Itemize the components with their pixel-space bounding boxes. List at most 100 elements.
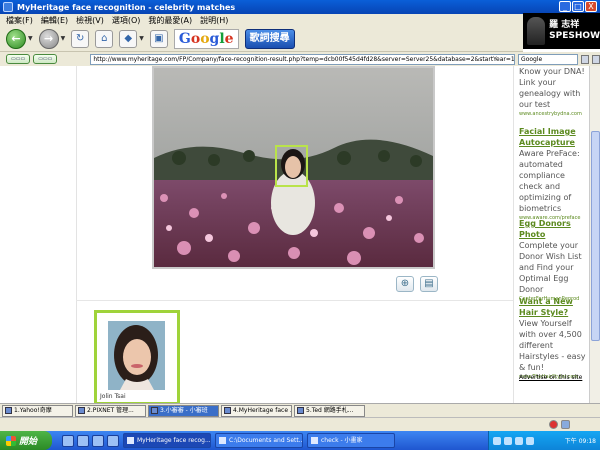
- back-button[interactable]: ←: [6, 28, 26, 49]
- tab-page-icon: [78, 407, 85, 414]
- ad-body: Complete your Donor Wish List and Find y…: [519, 241, 582, 294]
- tab-label: 1.Yahoo!奇摩: [14, 406, 52, 414]
- home-icon[interactable]: ⌂: [95, 29, 114, 48]
- promo-portrait: [527, 17, 546, 45]
- address-bar[interactable]: http://www.myheritage.com/FP/Company/fac…: [90, 53, 516, 65]
- ad-body: Aware PreFace: automated compliance chec…: [519, 149, 580, 213]
- window-controls: _ □ X: [559, 1, 597, 12]
- browser-tab[interactable]: 1.Yahoo!奇摩: [2, 404, 73, 417]
- browser-tab[interactable]: 2.PIXNET 管理...: [75, 404, 146, 417]
- google-letter-g2: g: [209, 30, 220, 47]
- maximize-button[interactable]: □: [572, 1, 584, 12]
- ad-title[interactable]: Egg Donors Photo: [519, 218, 589, 240]
- tab-label: 2.PIXNET 管理...: [87, 406, 134, 414]
- menu-favorites[interactable]: 我的最愛(A): [148, 15, 192, 26]
- ad-egg-donors[interactable]: Egg Donors Photo Complete your Donor Wis…: [519, 218, 589, 303]
- taskbar-item-documents[interactable]: C:\Documents and Sett...: [215, 433, 303, 448]
- ad-body: View Yourself with over 4,500 different …: [519, 319, 586, 372]
- close-button[interactable]: X: [585, 1, 597, 12]
- favorites-dropdown-icon[interactable]: ▼: [139, 35, 144, 42]
- explorer-quicklaunch-icon[interactable]: [92, 434, 104, 447]
- status-bar: [0, 417, 600, 431]
- right-column-divider: [513, 66, 514, 403]
- vertical-scrollbar[interactable]: [589, 66, 600, 403]
- page-content: ⊕ ▤ Jolin Tsai Know your DNA! Link your …: [0, 66, 600, 405]
- forward-dropdown-icon[interactable]: ▼: [61, 35, 66, 42]
- volume-icon[interactable]: [504, 436, 512, 445]
- scrollbar-thumb[interactable]: [591, 131, 600, 341]
- task-label: C:\Documents and Sett...: [229, 437, 303, 444]
- menu-edit[interactable]: 編輯(E): [41, 15, 68, 26]
- task-label: check - 小畫家: [321, 437, 363, 444]
- ad-hair-style[interactable]: Want a New Hair Style? View Yourself wit…: [519, 296, 589, 381]
- minimize-button[interactable]: _: [559, 1, 571, 12]
- promo-line-1: 羅 志祥: [549, 20, 580, 30]
- menu-help[interactable]: 說明(H): [200, 15, 228, 26]
- google-logo[interactable]: Google: [173, 28, 239, 49]
- ad-url[interactable]: www.ancestrybydna.com: [519, 110, 589, 118]
- back-dropdown-icon[interactable]: ▼: [28, 35, 33, 42]
- ad-dna[interactable]: Know your DNA! Link your genealogy with …: [519, 66, 589, 118]
- tab-page-icon: [297, 407, 304, 414]
- player-quicklaunch-icon[interactable]: [107, 434, 119, 447]
- address-row: ▭▭▭ ▭▭▭ http://www.myheritage.com/FP/Com…: [0, 52, 600, 66]
- clock: 下午 09:18: [564, 438, 596, 445]
- antivirus-icon[interactable]: [515, 436, 523, 445]
- google-search-input[interactable]: Google: [518, 53, 578, 65]
- promo-banner[interactable]: 羅 志祥 SPESHOW: [523, 13, 600, 49]
- favorites-cube-icon[interactable]: ◆: [119, 29, 138, 48]
- popup-blocked-icon[interactable]: [549, 420, 558, 429]
- search-options-icon[interactable]: [581, 54, 589, 64]
- advertise-link[interactable]: Advertise on this site: [519, 372, 582, 383]
- google-letter-g: G: [178, 30, 191, 47]
- zoom-in-button[interactable]: ⊕: [396, 276, 414, 292]
- bookmark-icon[interactable]: [592, 54, 600, 64]
- celebrity-name: Jolin Tsai: [100, 393, 126, 400]
- google-letter-o1: o: [190, 30, 201, 47]
- quick-launch: [62, 434, 119, 447]
- menu-bar: 檔案(F) 編輯(E) 檢視(V) 選項(O) 我的最愛(A) 說明(H): [0, 14, 523, 26]
- ad-title[interactable]: Want a New Hair Style?: [519, 296, 589, 318]
- ad-title[interactable]: Facial Image Autocapture: [519, 126, 589, 148]
- ie-icon: [127, 437, 134, 444]
- taskbar-item-myheritage[interactable]: MyHeritage face recog...: [123, 433, 211, 448]
- window-title: MyHeritage face recognition - celebrity …: [17, 2, 236, 12]
- refresh-icon[interactable]: ↻: [71, 29, 90, 48]
- section-divider: [76, 300, 513, 301]
- taskbar: 開始 MyHeritage face recog... C:\Documents…: [0, 431, 600, 450]
- desktop-quicklaunch-icon[interactable]: [77, 434, 89, 447]
- taskbar-item-paint[interactable]: check - 小畫家: [307, 433, 395, 448]
- network-icon[interactable]: [493, 436, 501, 445]
- tab-page-icon: [224, 407, 231, 414]
- menu-options[interactable]: 選項(O): [112, 15, 141, 26]
- package-icon[interactable]: ▣: [149, 29, 168, 48]
- ie-quicklaunch-icon[interactable]: [62, 434, 74, 447]
- tab-page-icon: [151, 407, 158, 414]
- toolbar-small-button-1[interactable]: ▭▭▭: [6, 54, 31, 64]
- fit-view-button[interactable]: ▤: [420, 276, 438, 292]
- celebrity-match-card[interactable]: Jolin Tsai: [94, 310, 180, 405]
- zone-icon[interactable]: [561, 420, 570, 429]
- toolbar-small-button-2[interactable]: ▭▭▭: [33, 54, 58, 64]
- ad-facial-image[interactable]: Facial Image Autocapture Aware PreFace: …: [519, 126, 589, 222]
- start-label: 開始: [19, 437, 38, 447]
- promo-line-2: SPESHOW: [549, 31, 600, 41]
- folder-icon: [219, 437, 226, 444]
- ad-body: Know your DNA! Link your genealogy with …: [519, 67, 585, 109]
- forward-button[interactable]: →: [38, 28, 59, 49]
- menu-file[interactable]: 檔案(F): [6, 15, 33, 26]
- messenger-icon[interactable]: [526, 436, 534, 445]
- ie-icon: [3, 2, 13, 12]
- browser-tab[interactable]: 5.Ted 網路手札...: [294, 404, 365, 417]
- start-button[interactable]: 開始: [0, 431, 52, 450]
- windows-flag-icon: [6, 435, 16, 446]
- task-label: MyHeritage face recog...: [137, 437, 211, 444]
- browser-tab-bar: 1.Yahoo!奇摩 2.PIXNET 管理... 3.小審審 - 小審班 4.…: [0, 403, 600, 417]
- uploaded-photo: [152, 66, 435, 269]
- browser-tab[interactable]: 4.MyHeritage face ...: [221, 404, 292, 417]
- browser-tab-active[interactable]: 3.小審審 - 小審班: [148, 404, 219, 417]
- lyrics-search-button[interactable]: 歌詞搜尋: [244, 28, 295, 49]
- tab-label: 5.Ted 網路手札...: [306, 406, 354, 414]
- google-letter-e: e: [224, 30, 234, 47]
- menu-view[interactable]: 檢視(V): [76, 15, 104, 26]
